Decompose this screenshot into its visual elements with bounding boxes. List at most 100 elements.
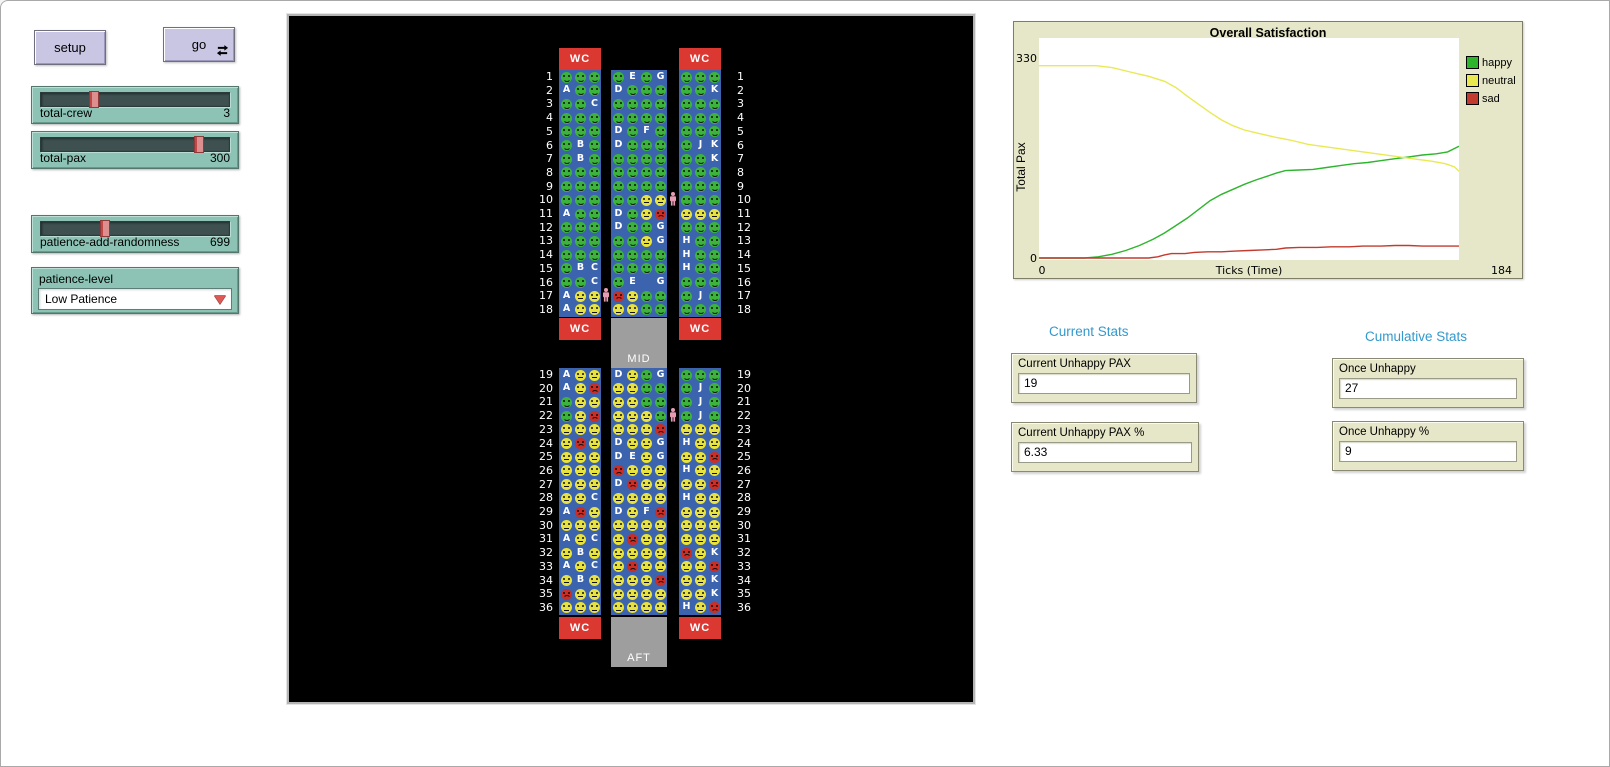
passenger-happy [561,250,572,261]
legend-swatch [1466,92,1479,105]
passenger-happy [561,99,572,110]
passenger-neutral [575,291,586,302]
monitor-label: Once Unhappy % [1339,426,1517,438]
passenger-happy [681,99,692,110]
passenger-happy [695,154,706,165]
row-number: 33 [533,560,553,573]
row-number: 22 [737,409,757,422]
empty-seat: C [588,98,601,111]
row-number: 30 [533,519,553,532]
slider-track[interactable] [40,92,230,107]
row-number: 17 [737,289,757,302]
passenger-happy [709,236,720,247]
passenger-happy [695,370,706,381]
go-button[interactable]: go [163,27,235,62]
empty-seat: J [694,290,707,303]
world-view[interactable]: WCWCWCWCWCWCMIDAFT11EG22ADK33C4455DF66BD… [287,14,975,704]
empty-seat: D [612,125,625,138]
empty-seat: H [680,235,693,248]
passenger-neutral [589,575,600,586]
slider-track[interactable] [40,221,230,236]
empty-seat: J [694,410,707,423]
empty-seat: C [588,533,601,546]
passenger-sad [655,507,666,518]
chooser-patience-level[interactable]: patience-level Low Patience [31,267,239,314]
chooser-dropdown[interactable]: Low Patience [38,288,232,310]
row-number: 16 [737,276,757,289]
empty-seat: A [560,506,573,519]
empty-seat: G [654,437,667,450]
passenger-happy [695,113,706,124]
passenger-neutral [641,195,652,206]
row-number: 23 [533,423,553,436]
slider-total-pax[interactable]: total-pax 300 [31,131,239,169]
passenger-neutral [575,411,586,422]
passenger-happy [613,250,624,261]
empty-seat: G [654,235,667,248]
svg-text:Ticks (Time): Ticks (Time) [1215,264,1283,277]
crew-member [669,192,677,206]
row-number: 9 [533,180,553,193]
passenger-happy [561,236,572,247]
empty-seat: G [654,71,667,84]
passenger-happy [681,72,692,83]
legend-swatch [1466,56,1479,69]
row-number: 9 [737,180,757,193]
empty-seat: J [694,396,707,409]
passenger-sad [627,534,638,545]
passenger-neutral [709,534,720,545]
plot-legend: happyneutralsad [1466,56,1516,110]
slider-value: 300 [210,151,230,165]
passenger-happy [589,209,600,220]
empty-seat: K [708,84,721,97]
empty-seat: D [612,139,625,152]
passenger-neutral [641,493,652,504]
monitor-label: Current Unhappy PAX % [1018,427,1192,439]
passenger-neutral [641,548,652,559]
passenger-happy [709,195,720,206]
passenger-happy [561,140,572,151]
passenger-happy [695,99,706,110]
passenger-happy [681,370,692,381]
passenger-neutral [627,370,638,381]
row-number: 14 [533,248,553,261]
empty-seat: J [694,139,707,152]
empty-seat: H [680,437,693,450]
setup-button[interactable]: setup [34,30,106,65]
row-number: 26 [533,464,553,477]
passenger-neutral [709,507,720,518]
slider-track[interactable] [40,137,230,152]
slider-patience-add-randomness[interactable]: patience-add-randomness 699 [31,215,239,253]
passenger-neutral [655,493,666,504]
row-number: 3 [737,97,757,110]
passenger-neutral [561,452,572,463]
slider-total-crew[interactable]: total-crew 3 [31,86,239,124]
passenger-neutral [575,534,586,545]
passenger-happy [641,397,652,408]
passenger-neutral [613,411,624,422]
legend-label: happy [1482,57,1512,69]
row-number: 36 [737,601,757,614]
row-number: 6 [533,139,553,152]
passenger-neutral [575,589,586,600]
row-number: 27 [737,478,757,491]
empty-seat: D [612,478,625,491]
current-stats-heading: Current Stats [1049,324,1129,339]
passenger-happy [681,154,692,165]
passenger-happy [641,99,652,110]
row-number: 14 [737,248,757,261]
row-number: 12 [737,221,757,234]
empty-seat: A [560,369,573,382]
passenger-neutral [589,438,600,449]
row-number: 32 [533,546,553,559]
row-number: 22 [533,409,553,422]
passenger-sad [589,383,600,394]
row-number: 35 [737,587,757,600]
passenger-neutral [681,507,692,518]
passenger-neutral [681,209,692,220]
passenger-neutral [655,195,666,206]
row-number: 29 [737,505,757,518]
empty-seat: A [560,84,573,97]
passenger-neutral [695,548,706,559]
passenger-happy [709,397,720,408]
